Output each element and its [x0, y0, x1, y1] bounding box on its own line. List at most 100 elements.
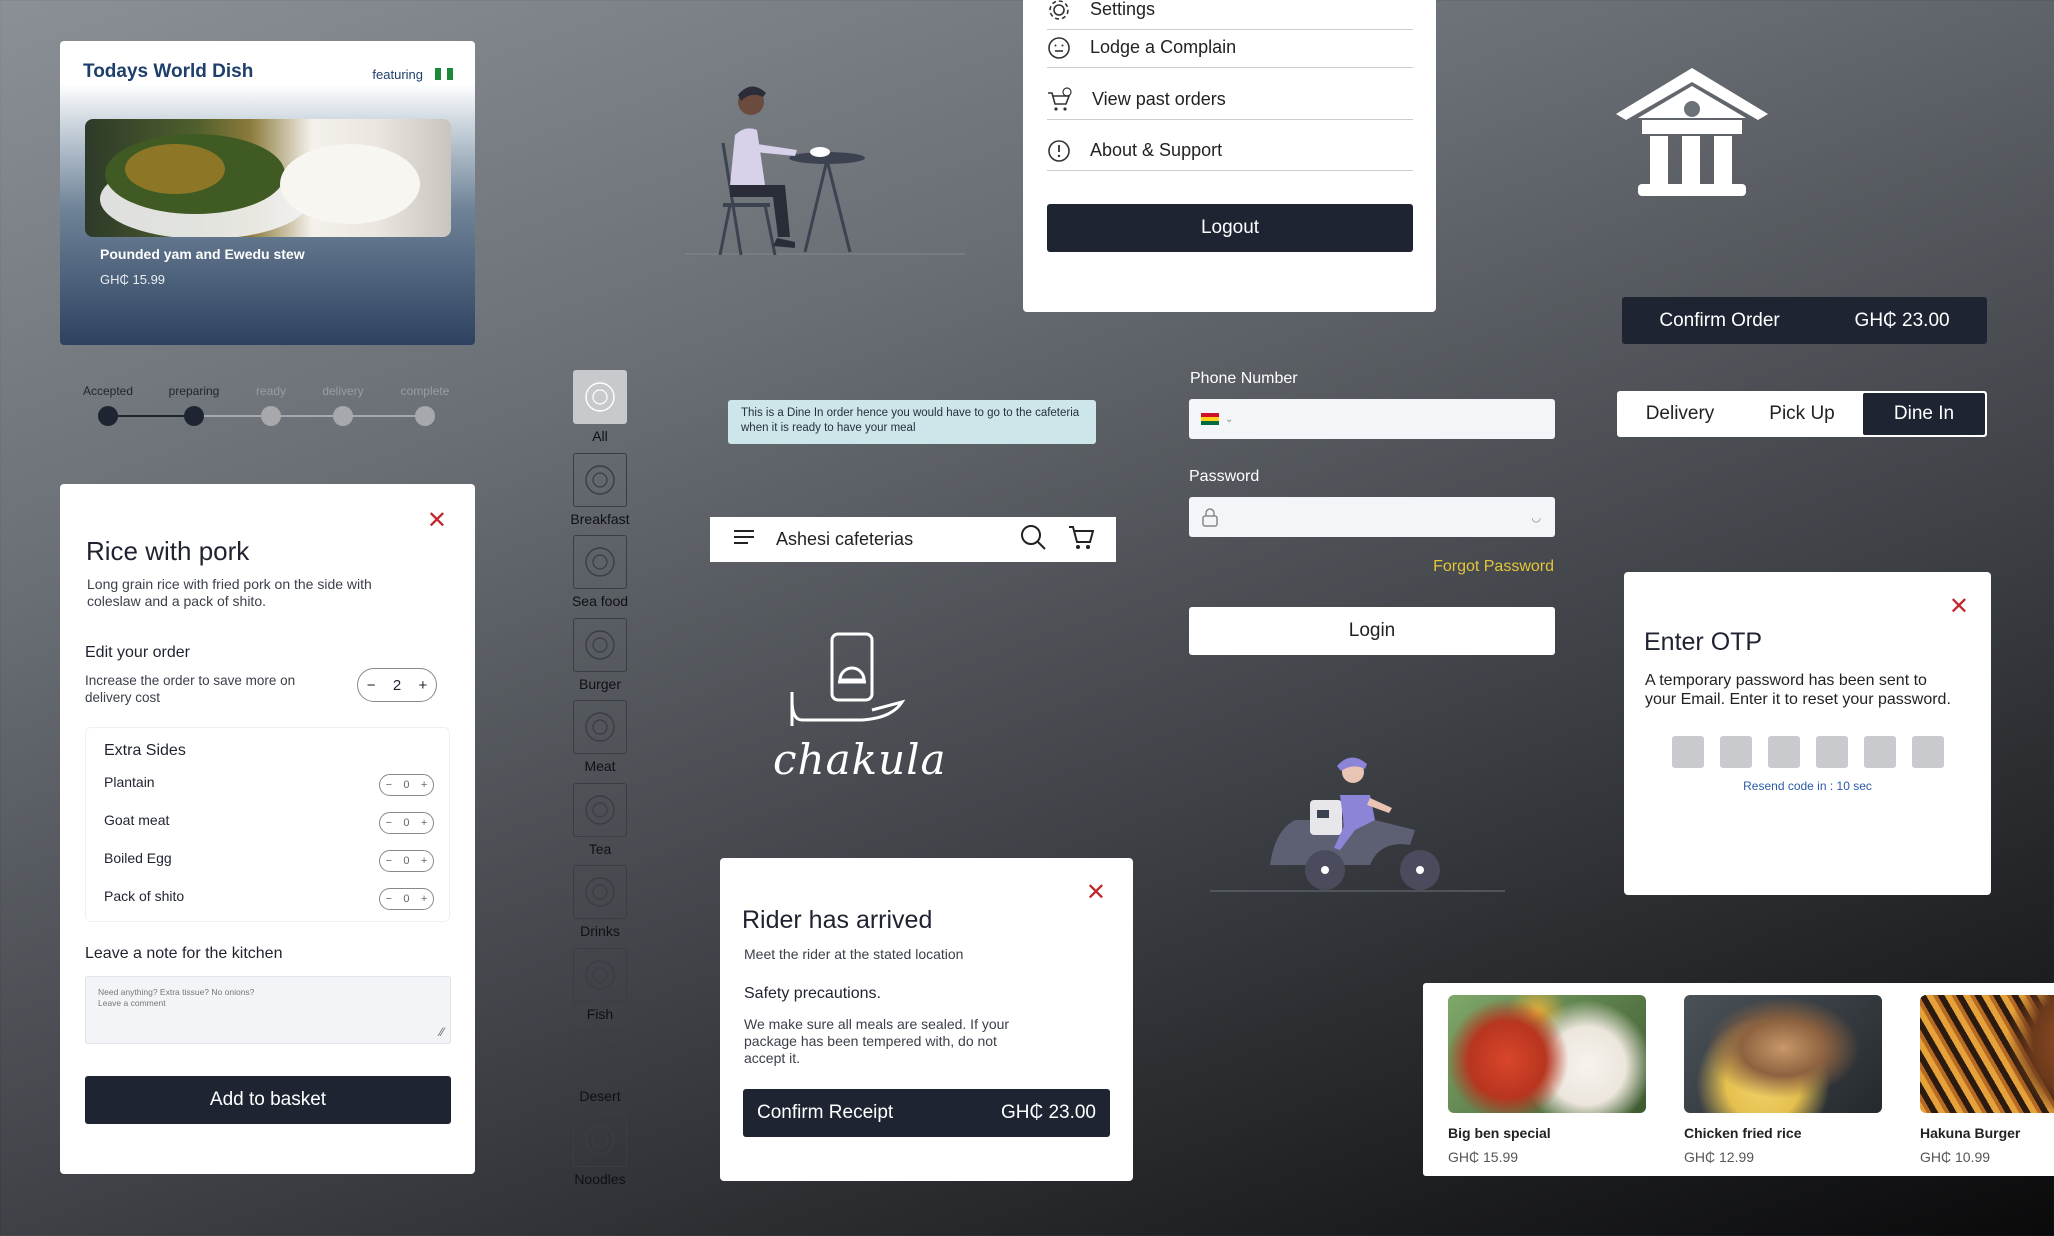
password-input[interactable]: ◡ [1189, 497, 1555, 537]
menu-item-settings[interactable]: Settings [1047, 0, 1413, 30]
progress-connector [194, 415, 271, 417]
otp-digit-input[interactable] [1864, 736, 1896, 768]
minus-icon[interactable]: − [386, 817, 392, 829]
world-dish-card[interactable]: Todays World Dish featuring Pounded yam … [60, 41, 475, 345]
menu-item-label: Settings [1090, 0, 1156, 19]
kitchen-note-input[interactable]: Need anything? Extra tissue? No onions? … [85, 976, 451, 1044]
app-bar: Ashesi cafeterias [710, 517, 1116, 562]
minus-icon[interactable]: − [386, 855, 392, 867]
mode-pick-up[interactable]: Pick Up [1741, 393, 1863, 435]
resend-code-timer: Resend code in : 10 sec [1743, 779, 1872, 793]
otp-digit-input[interactable] [1768, 736, 1800, 768]
category-desert[interactable]: Desert [560, 1030, 640, 1104]
plus-icon[interactable]: + [421, 779, 427, 791]
confirm-receipt-button[interactable]: Confirm Receipt GH₵ 23.00 [743, 1089, 1110, 1137]
burger-icon [573, 617, 627, 672]
otp-body: A temporary password has been sent to yo… [1645, 672, 1951, 708]
minus-icon[interactable]: − [386, 779, 392, 791]
category-tea[interactable]: Tea [560, 782, 640, 857]
category-all[interactable]: All [560, 370, 640, 444]
world-dish-title: Todays World Dish [83, 61, 254, 82]
minus-icon[interactable]: − [386, 893, 392, 905]
confirm-order-button[interactable]: Confirm Order GH₵ 23.00 [1622, 297, 1987, 344]
eye-closed-icon[interactable]: ◡ [1531, 511, 1541, 524]
menu-item-about-support[interactable]: About & Support [1047, 131, 1413, 171]
progress-step-dot [184, 406, 204, 426]
progress-step-dot [261, 406, 281, 426]
otp-digit-input[interactable] [1720, 736, 1752, 768]
food-card[interactable]: Chicken fried rice GH₵ 12.99 [1684, 995, 1884, 1165]
menu-item-past-orders[interactable]: View past orders [1047, 80, 1413, 120]
food-image [1920, 995, 2054, 1113]
mode-dine-in[interactable]: Dine In [1863, 393, 1985, 435]
mode-delivery[interactable]: Delivery [1619, 393, 1741, 435]
side-stepper[interactable]: −0 + [379, 888, 434, 910]
shrimp-icon [573, 535, 627, 589]
cocktail-icon [573, 865, 627, 919]
plus-icon[interactable]: + [421, 855, 427, 867]
safety-body: We make sure all meals are sealed. If yo… [744, 1016, 1010, 1066]
side-stepper[interactable]: −0 + [379, 774, 434, 796]
dining-illustration [685, 80, 965, 260]
logout-button[interactable]: Logout [1047, 204, 1413, 252]
rider-title: Rider has arrived [742, 906, 933, 934]
add-to-basket-button[interactable]: Add to basket [85, 1076, 451, 1124]
plus-icon[interactable]: + [421, 817, 427, 829]
food-card[interactable]: Big ben special GH₵ 15.99 [1448, 995, 1648, 1165]
otp-digit-input[interactable] [1816, 736, 1848, 768]
category-noodles[interactable]: Noodles [560, 1112, 640, 1187]
progress-step-dot [415, 406, 435, 426]
side-qty: 0 [403, 779, 410, 791]
menu-item-label: View past orders [1092, 89, 1226, 109]
category-burger[interactable]: Burger [560, 617, 640, 692]
otp-digit-input[interactable] [1672, 736, 1704, 768]
quantity-value: 2 [392, 676, 402, 694]
side-label: Boiled Egg [104, 850, 172, 866]
sundae-icon [573, 1030, 627, 1084]
ghana-flag-icon[interactable] [1201, 413, 1219, 425]
side-label: Plantain [104, 774, 155, 790]
confirm-receipt-label: Confirm Receipt [757, 1102, 894, 1123]
menu-item-label: Lodge a Complain [1090, 37, 1237, 57]
otp-digit-input[interactable] [1912, 736, 1944, 768]
category-breakfast[interactable]: Breakfast [560, 452, 640, 527]
side-qty: 0 [403, 817, 410, 829]
side-qty: 0 [403, 855, 410, 867]
category-fish[interactable]: Fish [560, 947, 640, 1022]
side-stepper[interactable]: −0 + [379, 812, 434, 834]
sad-face-icon [1048, 36, 1070, 59]
resize-handle-icon[interactable]: ⁄⁄ [440, 1026, 444, 1038]
minus-icon[interactable]: − [367, 677, 376, 694]
plus-icon[interactable]: + [421, 893, 427, 905]
close-icon[interactable]: ✕ [1086, 878, 1106, 907]
teacup-icon [573, 782, 627, 837]
forgot-password-link[interactable]: Forgot Password [1433, 558, 1554, 576]
category-sea-food[interactable]: Sea food [560, 535, 640, 609]
gear-icon [1049, 0, 1069, 20]
dish-name: Pounded yam and Ewedu stew [100, 246, 305, 262]
search-icon[interactable] [1020, 524, 1046, 555]
category-meat[interactable]: Meat [560, 700, 640, 774]
order-mode-toggle: Delivery Pick Up Dine In [1617, 391, 1987, 437]
chevron-down-icon[interactable]: ⌄ [1225, 414, 1233, 425]
category-drinks[interactable]: Drinks [560, 865, 640, 939]
category-label: Desert [579, 1088, 621, 1104]
food-card[interactable]: Hakuna Burger GH₵ 10.99 [1920, 995, 2054, 1165]
plus-icon[interactable]: + [419, 677, 428, 694]
cart-icon[interactable] [1068, 524, 1095, 555]
side-label: Pack of shito [104, 888, 185, 904]
menu-icon[interactable] [734, 530, 754, 549]
side-row: Pack of shito −0 + [104, 888, 434, 912]
steak-icon [573, 700, 627, 754]
menu-item-complain[interactable]: Lodge a Complain [1047, 28, 1413, 68]
quantity-stepper[interactable]: − 2 + [357, 668, 437, 702]
phone-input[interactable]: ⌄ [1189, 399, 1555, 439]
food-price: GH₵ 15.99 [1448, 1149, 1519, 1165]
fish-icon [573, 947, 627, 1002]
login-button[interactable]: Login [1189, 607, 1555, 655]
close-icon[interactable]: ✕ [427, 506, 447, 535]
side-stepper[interactable]: −0 + [379, 850, 434, 872]
close-icon[interactable]: ✕ [1949, 592, 1969, 621]
progress-step-dot [333, 406, 353, 426]
phone-hand-icon [790, 632, 906, 726]
